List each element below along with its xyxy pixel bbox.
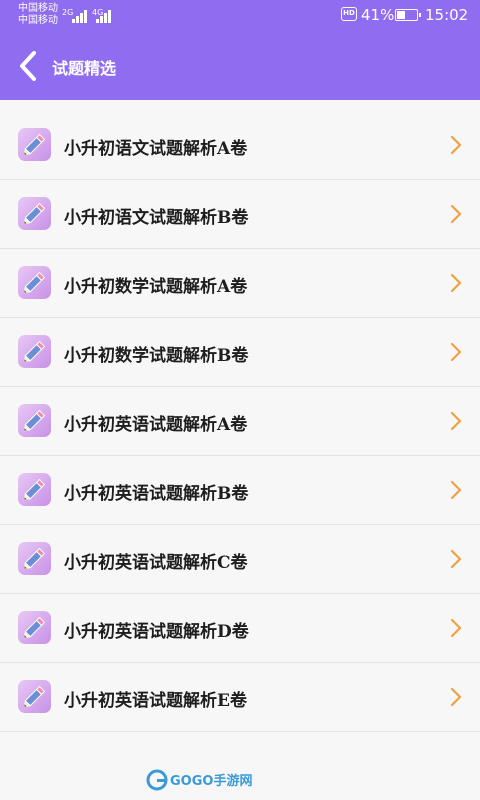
list-item-label: 小升初英语试题解析C卷	[64, 553, 248, 573]
chevron-right-icon	[450, 204, 462, 224]
pencil-icon	[18, 404, 51, 437]
chevron-right-icon	[450, 411, 462, 431]
list-item[interactable]: 小升初英语试题解析B卷	[0, 456, 480, 525]
divider	[0, 731, 480, 732]
signal-icon	[72, 9, 92, 23]
battery-icon	[395, 9, 421, 21]
hd-icon: HD	[341, 7, 357, 21]
list-item-label: 小升初数学试题解析B卷	[64, 346, 249, 366]
battery-level	[397, 11, 405, 19]
chevron-right-icon	[450, 549, 462, 569]
carrier-1: 中国移动	[18, 3, 58, 14]
chevron-left-icon	[20, 51, 36, 81]
list-item[interactable]: 小升初数学试题解析B卷	[0, 318, 480, 387]
carrier-labels: 中国移动 中国移动	[18, 3, 58, 27]
pencil-icon	[18, 128, 51, 161]
status-bar: 中国移动 中国移动 2G 4G HD 41% 15:02	[0, 0, 480, 30]
battery-percent: 41%	[361, 6, 395, 24]
pencil-icon	[18, 473, 51, 506]
list-item-label: 小升初语文试题解析A卷	[64, 139, 248, 159]
list-item-label: 小升初数学试题解析A卷	[64, 277, 248, 297]
list-item-label: 小升初英语试题解析D卷	[64, 622, 249, 642]
exam-list: 小升初语文试题解析A卷 小升初语文试题解析B卷 小升初数学试题解析A卷 小升初数学试题…	[0, 100, 480, 733]
list-item-label: 小升初英语试题解析B卷	[64, 484, 249, 504]
chevron-right-icon	[450, 135, 462, 155]
pencil-icon	[18, 335, 51, 368]
back-button[interactable]	[14, 49, 44, 83]
chevron-right-icon	[450, 480, 462, 500]
gogo-logo-icon	[146, 769, 168, 791]
pencil-icon	[18, 542, 51, 575]
chevron-right-icon	[450, 687, 462, 707]
clock: 15:02	[425, 6, 469, 24]
list-item[interactable]: 小升初语文试题解析B卷	[0, 180, 480, 249]
watermark-text: GOGO手游网	[170, 774, 253, 789]
list-item[interactable]: 小升初数学试题解析A卷	[0, 249, 480, 318]
carrier-2: 中国移动	[18, 15, 58, 26]
pencil-icon	[18, 611, 51, 644]
chevron-right-icon	[450, 618, 462, 638]
list-item[interactable]: 小升初语文试题解析A卷	[0, 111, 480, 180]
signal-icon-2	[96, 9, 116, 23]
list-item[interactable]: 小升初英语试题解析E卷	[0, 663, 480, 732]
list-item-label: 小升初英语试题解析A卷	[64, 415, 248, 435]
header-bar: 中国移动 中国移动 2G 4G HD 41% 15:02 试题精选	[0, 0, 480, 100]
footer-area: GOGO手游网	[0, 733, 480, 800]
list-item-label: 小升初语文试题解析B卷	[64, 208, 249, 228]
list-item[interactable]: 小升初英语试题解析D卷	[0, 594, 480, 663]
list-item[interactable]: 小升初英语试题解析C卷	[0, 525, 480, 594]
pencil-icon	[18, 680, 51, 713]
list-item-label: 小升初英语试题解析E卷	[64, 691, 247, 711]
list-item[interactable]: 小升初英语试题解析A卷	[0, 387, 480, 456]
navigation-bar: 试题精选	[0, 36, 480, 96]
page-title: 试题精选	[52, 59, 117, 78]
pencil-icon	[18, 197, 51, 230]
chevron-right-icon	[450, 273, 462, 293]
chevron-right-icon	[450, 342, 462, 362]
pencil-icon	[18, 266, 51, 299]
